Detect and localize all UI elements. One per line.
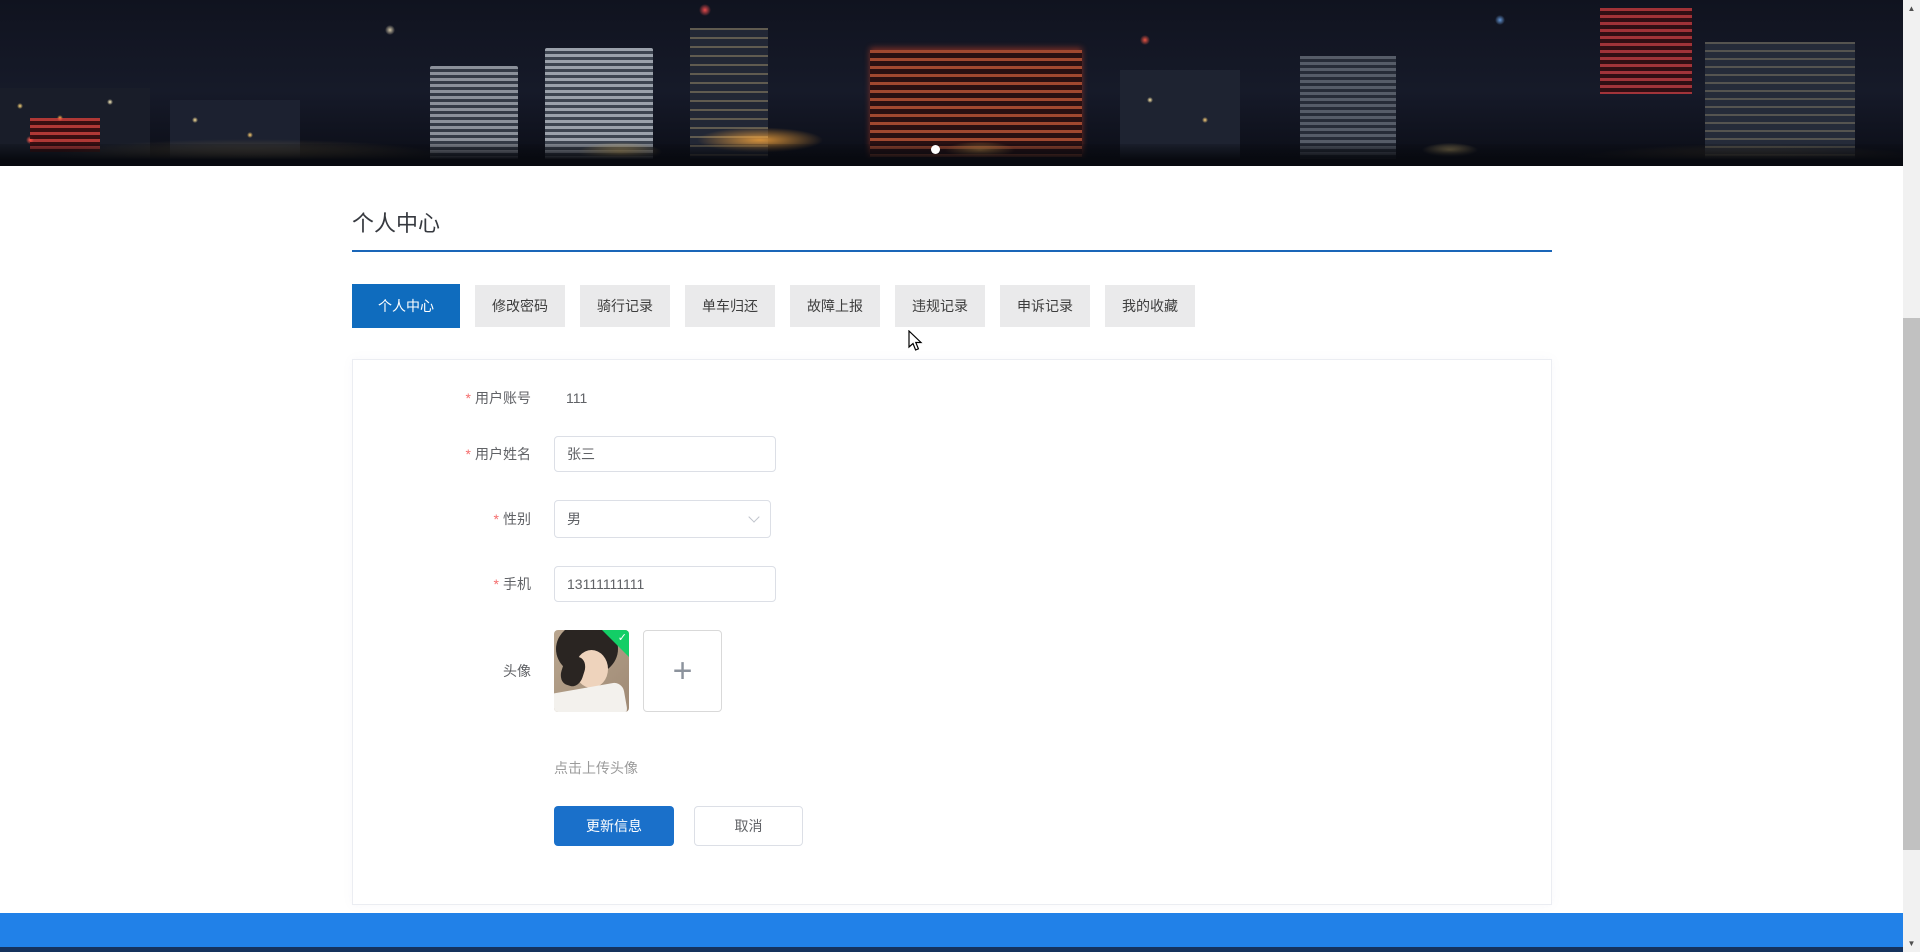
- upload-hint-row: 点击上传头像: [353, 758, 1551, 778]
- tab-riding-records[interactable]: 骑行记录: [580, 285, 670, 327]
- required-asterisk: *: [493, 576, 499, 592]
- gender-selected-value: 男: [567, 511, 581, 527]
- upload-hint-text: 点击上传头像: [554, 760, 638, 776]
- tab-bike-return[interactable]: 单车归还: [685, 285, 775, 327]
- account-label: * 用户账号: [465, 390, 531, 406]
- check-icon: ✓: [617, 632, 627, 644]
- form-actions-row: 更新信息 取消: [353, 806, 1551, 846]
- gender-select[interactable]: 男: [554, 500, 771, 538]
- avatar-label: 头像: [503, 663, 531, 679]
- banner-treeline: [0, 144, 1903, 166]
- plus-icon: +: [672, 652, 693, 690]
- phone-row: * 手机: [353, 566, 1551, 602]
- avatar-upload-button[interactable]: +: [643, 630, 722, 712]
- phone-label: * 手机: [493, 576, 531, 592]
- tab-my-favorites[interactable]: 我的收藏: [1105, 285, 1195, 327]
- tab-personal-center[interactable]: 个人中心: [352, 284, 460, 328]
- scrollbar-thumb[interactable]: [1903, 318, 1920, 850]
- vertical-scrollbar[interactable]: ▲ ▼: [1903, 0, 1920, 952]
- tab-violation-records[interactable]: 违规记录: [895, 285, 985, 327]
- carousel-dot-indicator[interactable]: [931, 145, 940, 154]
- tab-appeal-records[interactable]: 申诉记录: [1000, 285, 1090, 327]
- name-row: * 用户姓名: [353, 436, 1551, 472]
- scroll-up-arrow-icon[interactable]: ▲: [1903, 0, 1920, 17]
- scroll-down-arrow-icon[interactable]: ▼: [1903, 935, 1920, 952]
- phone-input[interactable]: [554, 566, 776, 602]
- gender-row: * 性别 男: [353, 500, 1551, 538]
- avatar-thumbnail[interactable]: ✓: [554, 630, 629, 712]
- name-input[interactable]: [554, 436, 776, 472]
- update-info-button[interactable]: 更新信息: [554, 806, 674, 846]
- account-value: 111: [566, 390, 588, 406]
- name-label: * 用户姓名: [465, 446, 531, 462]
- main-content: 个人中心 个人中心 修改密码 骑行记录 单车归还 故障上报 违规记录 申诉记录 …: [352, 208, 1552, 905]
- profile-tab-bar: 个人中心 修改密码 骑行记录 单车归还 故障上报 违规记录 申诉记录 我的收藏: [352, 284, 1552, 328]
- required-asterisk: *: [493, 511, 499, 527]
- tab-fault-report[interactable]: 故障上报: [790, 285, 880, 327]
- chevron-down-icon: [748, 511, 760, 523]
- banner-city-lights: [0, 0, 1903, 166]
- gender-label: * 性别: [493, 511, 531, 527]
- footer-bar: [0, 913, 1903, 952]
- required-asterisk: *: [465, 390, 471, 406]
- tab-change-password[interactable]: 修改密码: [475, 285, 565, 327]
- avatar-row: 头像 ✓ +: [353, 630, 1551, 712]
- account-row: * 用户账号 111: [353, 388, 1551, 408]
- required-asterisk: *: [465, 446, 471, 462]
- page-title: 个人中心: [352, 208, 1552, 252]
- profile-form-card: *用户账号 111 *用户姓名 *性别 男 *手机: [352, 359, 1552, 905]
- avatar-art: [554, 681, 629, 712]
- hero-carousel-night-city: [0, 0, 1903, 166]
- cancel-button[interactable]: 取消: [694, 806, 803, 846]
